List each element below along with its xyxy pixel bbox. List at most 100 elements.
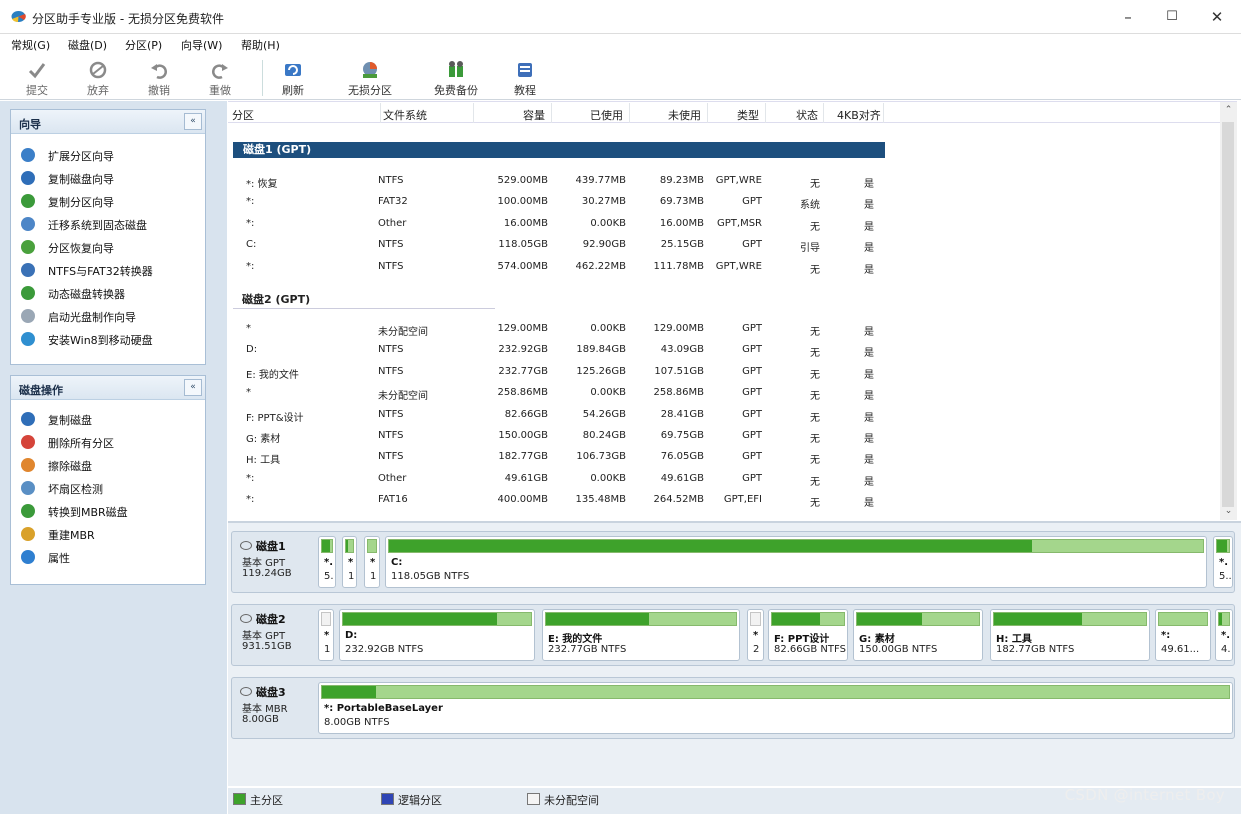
disk2-header[interactable]: 磁盘2 (GPT) [242,291,310,307]
table-cell: 89.23MB [659,175,704,186]
usage-bar [345,539,354,553]
unallocated-swatch [527,793,540,805]
disk-2-block[interactable]: 磁盘2 基本 GPT 931.51GB * 1 D: 232.92GB NTFS E: 我的文… [231,604,1235,666]
diskop-bad-sector[interactable]: 坏扇区检测 [21,478,201,498]
undo-button[interactable]: 撤销 [131,58,187,98]
table-row[interactable]: F: PPT&设计 NTFS 82.66GB 54.26GB 28.41GB GPT 无 是 [228,406,888,426]
table-row[interactable]: D: NTFS 232.92GB 189.84GB 43.09GB GPT 无 是 [228,341,888,361]
close-button[interactable]: ✕ [1194,0,1240,34]
col-4k-align[interactable]: 4KB对齐 [837,107,881,123]
table-row[interactable]: G: 素材 NTFS 150.00GB 80.24GB 69.75GB GPT 无 是 [228,427,888,447]
wizard-item-dynamic-disk[interactable]: 动态磁盘转换器 [21,283,201,303]
diskop-wipe-disk[interactable]: 擦除磁盘 [21,455,201,475]
partition-block[interactable]: C: 118.05GB NTFS [385,536,1207,588]
table-cell: GPT [742,408,762,420]
table-row[interactable]: *: Other 16.00MB 0.00KB 16.00MB GPT,MSR 无 是 [228,215,888,235]
partition-block[interactable]: *: PortableBaseLayer 8.00GB NTFS [318,682,1233,734]
partition-name: *. [1219,557,1229,568]
wizard-item-migrate-os[interactable]: 迁移系统到固态磁盘 [21,214,201,234]
partition-block[interactable]: G: 素材 150.00GB NTFS [853,609,983,661]
collapse-button[interactable]: « [184,379,202,396]
wizard-item-partition-recovery[interactable]: 分区恢复向导 [21,237,201,257]
col-partition[interactable]: 分区 [232,107,254,123]
wizard-item-extend-partition[interactable]: 扩展分区向导 [21,145,201,165]
col-type[interactable]: 类型 [737,107,759,123]
partition-block[interactable]: *: 49.61... [1155,609,1211,661]
partition-block[interactable]: F: PPT设计 82.66GB NTFS [768,609,848,661]
partition-block[interactable]: *. 5.. [1213,536,1233,588]
toolbar: 提交 放弃 撤销 重做 刷新 无损分区 免费备份 教程 [0,54,1241,100]
diskop-properties[interactable]: 属性 [21,547,201,567]
collapse-button[interactable]: « [184,113,202,130]
menu-partition[interactable]: 分区(P) [125,37,162,53]
table-cell: GPT [742,239,762,251]
table-row[interactable]: *: FAT16 400.00MB 135.48MB 264.52MB GPT,EFI 无 是 [228,491,888,511]
col-used[interactable]: 已使用 [590,107,623,123]
col-capacity[interactable]: 容量 [523,107,545,123]
scroll-up-icon[interactable]: ⌃ [1220,102,1237,119]
redo-button[interactable]: 重做 [192,58,248,98]
partition-block[interactable]: H: 工具 182.77GB NTFS [990,609,1150,661]
disk-size: 119.24GB [242,568,292,579]
col-status[interactable]: 状态 [796,107,818,123]
partition-block[interactable]: * 2 [747,609,764,661]
wizard-item-copy-disk[interactable]: 复制磁盘向导 [21,168,201,188]
table-cell: * [246,323,251,334]
table-row[interactable]: * 未分配空间 129.00MB 0.00KB 129.00MB GPT 无 是 [228,320,888,340]
diskop-delete-all[interactable]: 删除所有分区 [21,432,201,452]
partition-block[interactable]: *. 5. [318,536,336,588]
maximize-button[interactable]: ☐ [1149,0,1195,34]
diskop-convert-mbr[interactable]: 转换到MBR磁盘 [21,501,201,521]
disk1-header[interactable]: 磁盘1 (GPT) [233,142,885,158]
disk-3-block[interactable]: 磁盘3 基本 MBR 8.00GB *: PortableBaseLayer 8.00G… [231,677,1235,739]
wizard-item-copy-partition[interactable]: 复制分区向导 [21,191,201,211]
partition-block[interactable]: * 1 [342,536,357,588]
diskop-copy-disk[interactable]: 复制磁盘 [21,409,201,429]
wizard-item-ntfs-fat32[interactable]: NTFS与FAT32转换器 [21,260,201,280]
menu-disk[interactable]: 磁盘(D) [68,37,107,53]
table-row[interactable]: C: NTFS 118.05GB 92.90GB 25.15GB GPT 引导 是 [228,236,888,256]
table-cell: GPT [742,196,762,208]
refresh-button[interactable]: 刷新 [265,58,321,98]
table-row[interactable]: H: 工具 NTFS 182.77GB 106.73GB 76.05GB GPT 无 是 [228,448,888,468]
table-row[interactable]: *: NTFS 574.00MB 462.22MB 111.78MB GPT,WRE 无 是 [228,258,888,278]
wizard-item-bootable-media[interactable]: 启动光盘制作向导 [21,306,201,326]
discard-button[interactable]: 放弃 [70,58,126,98]
col-filesystem[interactable]: 文件系统 [383,107,427,123]
diskop-rebuild-mbr[interactable]: 重建MBR [21,524,201,544]
wizard-item-label: 复制分区向导 [48,196,114,209]
table-row[interactable]: *: Other 49.61GB 0.00KB 49.61GB GPT 无 是 [228,470,888,490]
submit-button[interactable]: 提交 [9,58,65,98]
legend-logical: 逻辑分区 [381,792,442,808]
table-row[interactable]: *: 恢复 NTFS 529.00MB 439.77MB 89.23MB GPT,WRE 无… [228,172,888,192]
partition-block[interactable]: * 1 [318,609,334,661]
tutorial-button[interactable]: 教程 [497,58,553,98]
partition-size: 8.00GB NTFS [324,717,390,728]
menu-wizard[interactable]: 向导(W) [181,37,222,53]
scrollbar-thumb[interactable] [1222,122,1234,507]
wizard-item-win8-to-go[interactable]: 安装Win8到移动硬盘 [21,329,201,349]
minimize-button[interactable]: – [1105,0,1151,34]
partition-block[interactable]: D: 232.92GB NTFS [339,609,535,661]
lossless-partition-button[interactable]: 无损分区 [342,58,398,98]
free-backup-button[interactable]: 免费备份 [428,58,484,98]
col-free[interactable]: 未使用 [668,107,701,123]
table-cell: NTFS [378,430,404,441]
table-row[interactable]: *: FAT32 100.00MB 30.27MB 69.73MB GPT 系统 是 [228,193,888,213]
partition-name: * [348,557,354,568]
table-row[interactable]: E: 我的文件 NTFS 232.77GB 125.26GB 107.51GB GPT 无 是 [228,363,888,383]
vertical-scrollbar[interactable]: ⌃ ⌄ [1220,102,1237,520]
menu-help[interactable]: 帮助(H) [241,37,280,53]
disk-size: 8.00GB [242,714,279,725]
submit-label: 提交 [26,84,48,97]
partition-block[interactable]: E: 我的文件 232.77GB NTFS [542,609,740,661]
partition-size: 1 [348,571,355,582]
menu-general[interactable]: 常规(G) [11,37,50,53]
usage-bar [545,612,737,626]
partition-block[interactable]: *. 4. [1215,609,1233,661]
disk-1-block[interactable]: 磁盘1 基本 GPT 119.24GB *. 5. * 1 * 1 C: 118.05GB NTFS… [231,531,1235,593]
scroll-down-icon[interactable]: ⌄ [1220,503,1237,520]
table-cell: 182.77GB [498,451,548,463]
table-row[interactable]: * 未分配空间 258.86MB 0.00KB 258.86MB GPT 无 是 [228,384,888,404]
partition-block[interactable]: * 1 [364,536,380,588]
